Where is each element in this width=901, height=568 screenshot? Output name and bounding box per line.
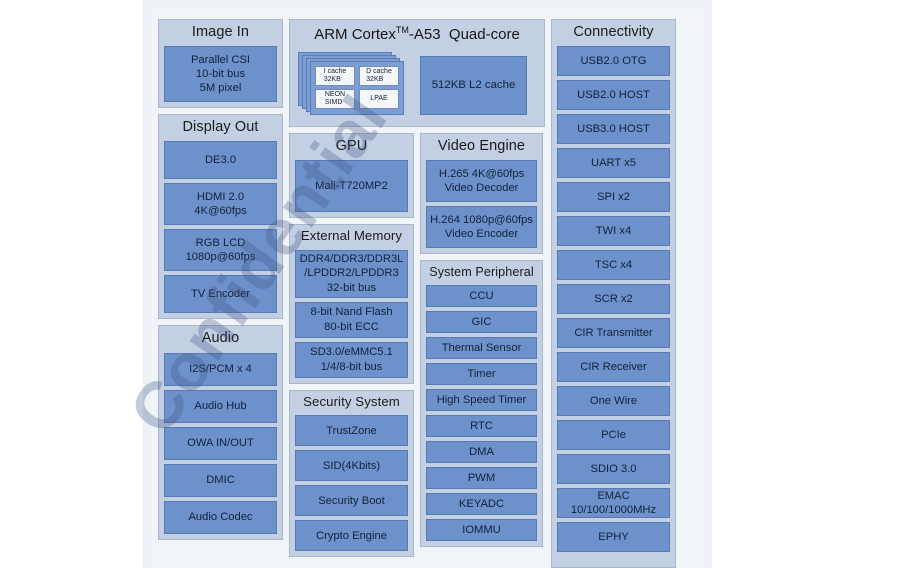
group-header-display-out: Display Out [182, 119, 259, 136]
block-dma[interactable]: DMA [426, 440, 537, 463]
soc-block-diagram-root: Image In Parallel CSI 10-bit bus 5M pixe… [0, 0, 901, 568]
block-dmic[interactable]: DMIC [164, 463, 277, 497]
group-header-connectivity: Connectivity [573, 24, 654, 40]
cpu-title-suffix: Quad-core [448, 26, 520, 43]
block-sdio-30[interactable]: SDIO 3.0 [557, 454, 670, 485]
block-hdmi-20[interactable]: HDMI 2.0 4K@60fps [164, 183, 277, 226]
column-center: ARM CortexTM-A53 Quad-core I cache 32KB … [289, 19, 545, 568]
diagram-canvas: Image In Parallel CSI 10-bit bus 5M pixe… [158, 19, 691, 568]
block-keyadc[interactable]: KEYADC [426, 492, 537, 515]
block-pcie[interactable]: PCIe [557, 420, 670, 451]
block-usb30-host[interactable]: USB3.0 HOST [557, 114, 670, 145]
core-card-1[interactable]: I cache 32KB D cache 32KB NEON SIMD LPAE [310, 60, 404, 115]
group-audio: Audio I2S/PCM x 4 Audio Hub OWA IN/OUT D… [158, 325, 283, 540]
block-thermal-sensor[interactable]: Thermal Sensor [426, 336, 537, 359]
block-i2s-pcm[interactable]: I2S/PCM x 4 [164, 352, 277, 386]
group-system-peripheral: System Peripheral CCU GIC Thermal Sensor… [420, 259, 543, 547]
block-l2-cache[interactable]: 512KB L2 cache [420, 55, 527, 115]
block-rtc[interactable]: RTC [426, 414, 537, 437]
block-trustzone[interactable]: TrustZone [295, 415, 408, 447]
block-rgb-lcd[interactable]: RGB LCD 1080p@60fps [164, 229, 277, 272]
block-uart[interactable]: UART x5 [557, 148, 670, 179]
group-header-gpu: GPU [335, 137, 368, 154]
block-one-wire[interactable]: One Wire [557, 386, 670, 417]
cpu-title-pre: ARM Cortex [314, 26, 396, 43]
cpu-body: I cache 32KB D cache 32KB NEON SIMD LPAE… [296, 51, 538, 118]
block-cir-transmitter[interactable]: CIR Transmitter [557, 318, 670, 349]
block-audio-hub[interactable]: Audio Hub [164, 389, 277, 423]
group-header-audio: Audio [201, 330, 240, 347]
block-sd-emmc[interactable]: SD3.0/eMMC5.1 1/4/8-bit bus [295, 341, 408, 378]
block-nand-flash[interactable]: 8-bit Nand Flash 80-bit ECC [295, 301, 408, 338]
group-header-video-engine: Video Engine [437, 137, 526, 154]
core-cell-neon-simd: NEON SIMD [315, 88, 355, 109]
group-image-in: Image In Parallel CSI 10-bit bus 5M pixe… [158, 19, 283, 109]
block-security-boot[interactable]: Security Boot [295, 485, 408, 517]
column-right: Connectivity USB2.0 OTG USB2.0 HOST USB3… [551, 19, 676, 568]
block-iommu[interactable]: IOMMU [426, 518, 537, 541]
block-parallel-csi[interactable]: Parallel CSI 10-bit bus 5M pixel [164, 46, 277, 103]
block-usb20-host[interactable]: USB2.0 HOST [557, 80, 670, 111]
group-gpu: GPU Mali-T720MP2 [289, 132, 414, 218]
block-emac[interactable]: EMAC 10/100/1000MHz [557, 488, 670, 519]
block-sid[interactable]: SID(4Kbits) [295, 450, 408, 482]
block-tsc[interactable]: TSC x4 [557, 250, 670, 281]
core-cell-d-cache: D cache 32KB [359, 65, 399, 86]
block-high-speed-timer[interactable]: High Speed Timer [426, 388, 537, 411]
core-row-cache: I cache 32KB D cache 32KB [315, 65, 399, 86]
group-display-out: Display Out DE3.0 HDMI 2.0 4K@60fps RGB … [158, 114, 283, 320]
group-video-engine: Video Engine H.265 4K@60fps Video Decode… [420, 132, 543, 254]
group-header-external-memory: External Memory [300, 227, 403, 243]
block-cir-receiver[interactable]: CIR Receiver [557, 352, 670, 383]
group-security-system: Security System TrustZone SID(4Kbits) Se… [289, 389, 414, 558]
block-usb20-otg[interactable]: USB2.0 OTG [557, 46, 670, 77]
block-gic[interactable]: GIC [426, 310, 537, 333]
block-h265-decoder[interactable]: H.265 4K@60fps Video Decoder [426, 159, 537, 202]
group-header-system-peripheral: System Peripheral [429, 264, 534, 279]
core-row-features: NEON SIMD LPAE [315, 88, 399, 109]
block-pwm[interactable]: PWM [426, 466, 537, 489]
core-cell-i-cache: I cache 32KB [315, 65, 355, 86]
column-left: Image In Parallel CSI 10-bit bus 5M pixe… [158, 19, 283, 568]
block-crypto-engine[interactable]: Crypto Engine [295, 520, 408, 552]
block-owa-in-out[interactable]: OWA IN/OUT [164, 426, 277, 460]
group-external-memory: External Memory DDR4/DDR3/DDR3L /LPDDR2/… [289, 223, 414, 384]
core-cell-lpae: LPAE [359, 88, 399, 109]
block-audio-codec[interactable]: Audio Codec [164, 500, 277, 534]
group-arm-cortex-a53: ARM CortexTM-A53 Quad-core I cache 32KB … [289, 19, 545, 127]
cpu-title: ARM CortexTM-A53 Quad-core [296, 23, 538, 48]
cpu-title-post: -A53 [408, 26, 441, 43]
block-tv-encoder[interactable]: TV Encoder [164, 275, 277, 314]
group-connectivity: Connectivity USB2.0 OTG USB2.0 HOST USB3… [551, 19, 676, 568]
block-ephy[interactable]: EPHY [557, 522, 670, 553]
group-header-security-system: Security System [303, 393, 400, 409]
column-mid: GPU Mali-T720MP2 External Memory DDR4/DD… [289, 132, 414, 558]
cpu-title-trademark: TM [395, 25, 409, 35]
block-spi[interactable]: SPI x2 [557, 182, 670, 213]
block-h264-encoder[interactable]: H.264 1080p@60fps Video Encoder [426, 205, 537, 248]
block-twi[interactable]: TWI x4 [557, 216, 670, 247]
block-ccu[interactable]: CCU [426, 284, 537, 307]
center-lower-columns: GPU Mali-T720MP2 External Memory DDR4/DD… [289, 132, 545, 558]
column-mid2: Video Engine H.265 4K@60fps Video Decode… [420, 132, 543, 558]
group-header-image-in: Image In [191, 24, 250, 40]
block-timer[interactable]: Timer [426, 362, 537, 385]
block-scr[interactable]: SCR x2 [557, 284, 670, 315]
core-stack: I cache 32KB D cache 32KB NEON SIMD LPAE [298, 51, 408, 118]
block-mali-t720mp2[interactable]: Mali-T720MP2 [295, 159, 408, 212]
block-de30[interactable]: DE3.0 [164, 141, 277, 180]
block-ddr[interactable]: DDR4/DDR3/DDR3L /LPDDR2/LPDDR3 32-bit bu… [295, 249, 408, 298]
